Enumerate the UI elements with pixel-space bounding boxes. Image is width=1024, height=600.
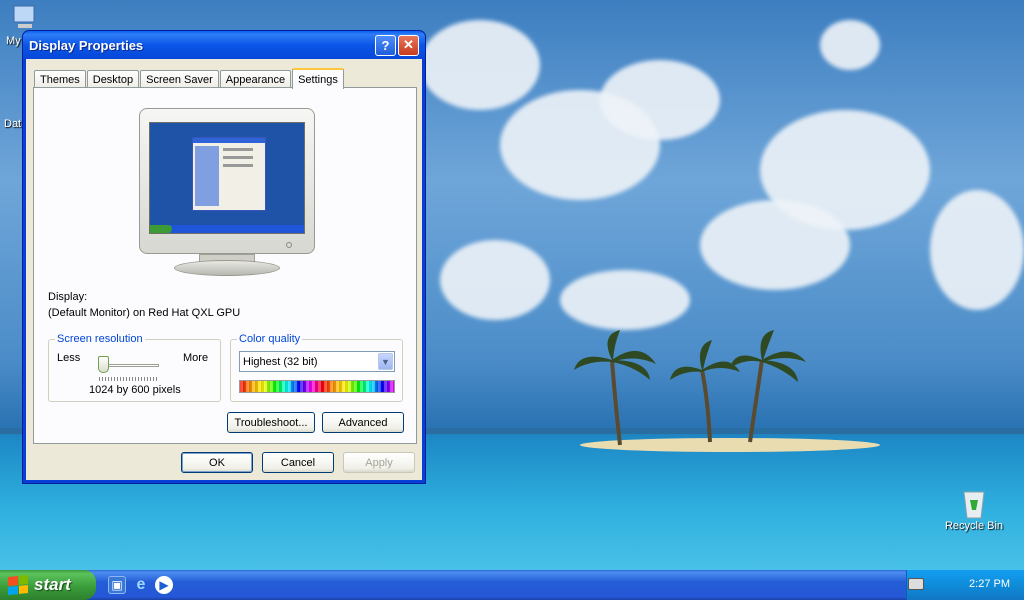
show-desktop-icon[interactable]: ▣: [108, 576, 126, 594]
title-bar[interactable]: Display Properties ? ✕: [23, 31, 425, 59]
color-quality-legend: Color quality: [237, 333, 303, 345]
apply-button[interactable]: Apply: [343, 452, 415, 473]
less-label: Less: [57, 352, 81, 364]
screen-resolution-legend: Screen resolution: [55, 333, 145, 345]
help-button[interactable]: ?: [375, 34, 396, 56]
clock: 2:27 PM: [969, 578, 1010, 590]
keyboard-icon[interactable]: [908, 578, 924, 590]
cloud: [440, 240, 550, 320]
color-quality-select[interactable]: Highest (32 bit) ▼: [239, 351, 395, 372]
resolution-slider-thumb[interactable]: [98, 356, 109, 373]
media-player-icon[interactable]: ▶: [155, 576, 173, 594]
recycle-bin-icon: [963, 491, 985, 519]
tab-strip: Themes Desktop Screen Saver Appearance S…: [34, 68, 345, 89]
computer-icon: [13, 5, 35, 28]
cancel-button[interactable]: Cancel: [262, 452, 334, 473]
display-properties-window: Display Properties ? ✕ Themes Desktop Sc…: [22, 30, 426, 484]
more-label: More: [183, 352, 209, 364]
display-label: Display:: [48, 291, 88, 303]
taskbar: start ▣ e ▶ 2:27 PM: [0, 570, 1024, 600]
tab-settings[interactable]: Settings: [292, 68, 344, 89]
monitor-preview: [139, 108, 315, 254]
monitor-base: [174, 260, 280, 276]
close-button[interactable]: ✕: [398, 34, 419, 56]
color-quality-value: Highest (32 bit): [243, 355, 318, 368]
start-button[interactable]: start: [0, 570, 96, 600]
cloud: [600, 60, 720, 140]
start-label: start: [34, 575, 71, 594]
internet-explorer-icon[interactable]: e: [132, 576, 150, 594]
color-spectrum-bar: [239, 380, 395, 393]
mini-window: [192, 137, 266, 211]
monitor-screen: [149, 122, 305, 234]
color-quality-group: Color quality Highest (32 bit) ▼: [230, 333, 403, 402]
cloud: [930, 190, 1024, 310]
slider-ticks: [99, 377, 159, 381]
desktop-icon-label: Recycle Bin: [944, 520, 1004, 532]
ok-button[interactable]: OK: [181, 452, 253, 473]
chevron-down-icon[interactable]: ▼: [378, 353, 393, 370]
monitor-power-button: [286, 242, 292, 248]
cloud: [820, 20, 880, 70]
windows-logo-icon: [8, 574, 28, 596]
dialog-client: Themes Desktop Screen Saver Appearance S…: [26, 59, 422, 480]
cloud: [420, 20, 540, 110]
mini-taskbar: [150, 225, 304, 233]
troubleshoot-button[interactable]: Troubleshoot...: [227, 412, 315, 433]
settings-panel: Display: (Default Monitor) on Red Hat QX…: [33, 87, 417, 444]
display-value: (Default Monitor) on Red Hat QXL GPU: [48, 307, 241, 319]
screen-resolution-group: Screen resolution Less More 1024 by 600 …: [48, 333, 221, 402]
mini-start: [150, 225, 172, 233]
cloud: [560, 270, 690, 330]
desktop-icon-recycle-bin[interactable]: Recycle Bin: [938, 486, 1010, 532]
resolution-value: 1024 by 600 pixels: [89, 384, 181, 396]
cloud: [700, 200, 850, 290]
advanced-button[interactable]: Advanced: [322, 412, 404, 433]
window-title: Display Properties: [29, 37, 144, 53]
palm-trees: [574, 330, 806, 446]
